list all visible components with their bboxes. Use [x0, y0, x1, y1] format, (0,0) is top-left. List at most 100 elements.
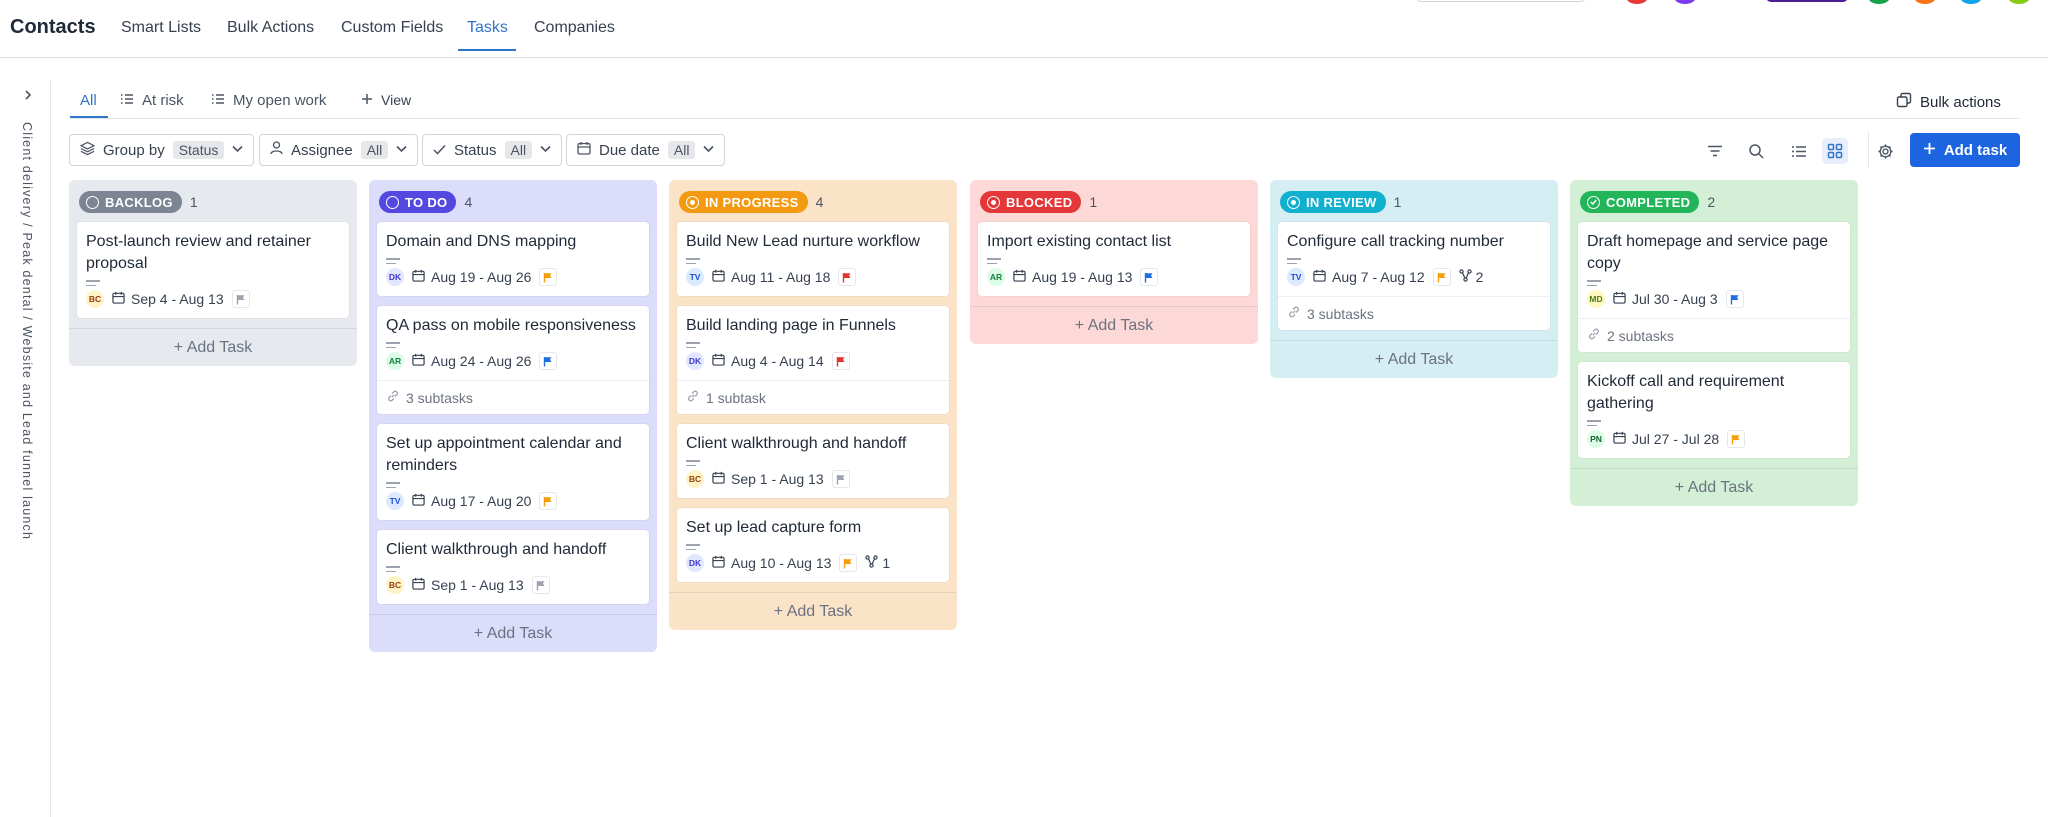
- assignee-avatar[interactable]: DK: [686, 554, 704, 572]
- add-task-row[interactable]: + Add Task: [69, 328, 357, 366]
- task-card[interactable]: Build landing page in Funnels DK Aug 4 - A…: [677, 306, 949, 414]
- task-card[interactable]: Set up appointment calendar and reminder…: [377, 424, 649, 520]
- bulk-actions-button[interactable]: Bulk actions: [1896, 92, 2001, 112]
- priority-flag-icon[interactable]: [1727, 430, 1746, 448]
- task-card[interactable]: Kickoff call and requirement gathering PN…: [1578, 362, 1850, 458]
- priority-flag-icon[interactable]: [539, 492, 558, 510]
- task-title[interactable]: Kickoff call and requirement gathering: [1587, 371, 1841, 415]
- add-task-button[interactable]: Add task: [1910, 133, 2020, 167]
- due-date[interactable]: Jul 27 - Jul 28: [1613, 431, 1719, 447]
- due-date[interactable]: Aug 19 - Aug 26: [412, 269, 531, 285]
- view-tab-all[interactable]: All: [80, 92, 97, 109]
- priority-flag-icon[interactable]: [839, 554, 858, 572]
- dependency-count[interactable]: 2: [1458, 269, 1483, 285]
- add-task-row[interactable]: + Add Task: [970, 306, 1258, 344]
- task-title[interactable]: Configure call tracking number: [1287, 231, 1541, 253]
- due-date-filter[interactable]: Due date All: [566, 134, 726, 166]
- assignee-avatar[interactable]: BC: [86, 290, 104, 308]
- due-date[interactable]: Aug 4 - Aug 14: [712, 353, 824, 369]
- task-card[interactable]: QA pass on mobile responsiveness AR Aug 24…: [377, 306, 649, 414]
- nav-tab-tasks[interactable]: Tasks: [467, 19, 508, 37]
- search-icon[interactable]: [1743, 138, 1769, 164]
- assignee-avatar[interactable]: BC: [386, 576, 404, 594]
- due-date[interactable]: Aug 24 - Aug 26: [412, 353, 531, 369]
- task-card[interactable]: Client walkthrough and handoff BC Sep 1 - …: [377, 530, 649, 604]
- nav-tab-custom-fields[interactable]: Custom Fields: [341, 19, 443, 37]
- priority-flag-icon[interactable]: [539, 352, 558, 370]
- top-app-icon[interactable]: [1674, 0, 1696, 4]
- task-title[interactable]: Draft homepage and service page copy: [1587, 231, 1841, 275]
- status-badge[interactable]: COMPLETED: [1580, 191, 1700, 213]
- status-filter[interactable]: Status All: [422, 134, 563, 166]
- chevron-right-icon[interactable]: [22, 88, 34, 105]
- task-title[interactable]: Client walkthrough and handoff: [686, 433, 940, 455]
- priority-flag-icon[interactable]: [1140, 268, 1159, 286]
- due-date[interactable]: Sep 4 - Aug 13: [112, 291, 224, 307]
- subtasks-row[interactable]: 3 subtasks: [377, 380, 649, 414]
- task-title[interactable]: QA pass on mobile responsiveness: [386, 315, 640, 337]
- nav-tab-companies[interactable]: Companies: [534, 19, 615, 37]
- due-date[interactable]: Aug 7 - Aug 12: [1313, 269, 1425, 285]
- help-icon[interactable]: [1960, 0, 1982, 4]
- priority-flag-icon[interactable]: [539, 268, 558, 286]
- task-title[interactable]: Build New Lead nurture workflow: [686, 231, 940, 253]
- add-task-row[interactable]: + Add Task: [1270, 340, 1558, 378]
- task-card[interactable]: Set up lead capture form DK Aug 10 - Aug 1…: [677, 508, 949, 582]
- priority-flag-icon[interactable]: [1432, 268, 1451, 286]
- assignee-avatar[interactable]: MD: [1587, 290, 1605, 308]
- add-view-button[interactable]: View: [361, 92, 411, 108]
- assignee-avatar[interactable]: DK: [386, 268, 404, 286]
- task-card[interactable]: Domain and DNS mapping DK Aug 19 - Aug 26: [377, 222, 649, 296]
- assignee-avatar[interactable]: AR: [386, 352, 404, 370]
- task-title[interactable]: Set up lead capture form: [686, 517, 940, 539]
- status-badge[interactable]: IN REVIEW: [1280, 191, 1386, 213]
- phone-icon[interactable]: [1868, 0, 1890, 4]
- assignee-avatar[interactable]: PN: [1587, 430, 1605, 448]
- status-badge[interactable]: TO DO: [379, 191, 457, 213]
- due-date[interactable]: Jul 30 - Aug 3: [1613, 291, 1718, 307]
- add-task-row[interactable]: + Add Task: [1570, 468, 1858, 506]
- assignee-avatar[interactable]: TV: [1287, 268, 1305, 286]
- assignee-avatar[interactable]: BC: [686, 470, 704, 488]
- assignee-avatar[interactable]: AR: [987, 268, 1005, 286]
- due-date[interactable]: Aug 11 - Aug 18: [712, 269, 830, 285]
- group-by-filter[interactable]: Group by Status: [69, 134, 255, 166]
- status-badge[interactable]: BLOCKED: [980, 191, 1082, 213]
- add-task-row[interactable]: + Add Task: [669, 592, 957, 630]
- sort-filter-icon[interactable]: [1702, 138, 1728, 164]
- global-search-input[interactable]: [1416, 0, 1586, 2]
- status-badge[interactable]: BACKLOG: [79, 191, 182, 213]
- task-title[interactable]: Set up appointment calendar and reminder…: [386, 433, 640, 477]
- due-date[interactable]: Sep 1 - Aug 13: [412, 577, 524, 593]
- task-title[interactable]: Domain and DNS mapping: [386, 231, 640, 253]
- nav-tab-smart-lists[interactable]: Smart Lists: [121, 19, 201, 37]
- subtasks-row[interactable]: 3 subtasks: [1278, 296, 1550, 330]
- subtasks-row[interactable]: 2 subtasks: [1578, 318, 1850, 352]
- list-view-icon[interactable]: [1786, 138, 1812, 164]
- due-date[interactable]: Aug 17 - Aug 20: [412, 493, 531, 509]
- notifications-icon[interactable]: [1914, 0, 1936, 4]
- user-avatar[interactable]: [2008, 0, 2030, 4]
- board-view-icon[interactable]: [1822, 138, 1848, 164]
- assignee-avatar[interactable]: TV: [686, 268, 704, 286]
- task-title[interactable]: Import existing contact list: [987, 231, 1241, 253]
- top-status-icon[interactable]: [1626, 0, 1648, 4]
- gear-icon[interactable]: [1872, 138, 1898, 164]
- task-title[interactable]: Client walkthrough and handoff: [386, 539, 640, 561]
- task-card[interactable]: Build New Lead nurture workflow TV Aug 11 …: [677, 222, 949, 296]
- priority-flag-icon[interactable]: [831, 470, 850, 488]
- assignee-avatar[interactable]: TV: [386, 492, 404, 510]
- priority-flag-icon[interactable]: [838, 268, 857, 286]
- task-card[interactable]: Configure call tracking number TV Aug 7 - …: [1278, 222, 1550, 330]
- priority-flag-icon[interactable]: [1725, 290, 1744, 308]
- view-tab-my-open-work[interactable]: My open work: [211, 92, 326, 109]
- assignee-filter[interactable]: Assignee All: [259, 134, 419, 166]
- subtasks-row[interactable]: 1 subtask: [677, 380, 949, 414]
- task-title[interactable]: Post-launch review and retainer proposal: [86, 231, 340, 275]
- task-card[interactable]: Post-launch review and retainer proposal…: [77, 222, 349, 318]
- add-task-row[interactable]: + Add Task: [369, 614, 657, 652]
- priority-flag-icon[interactable]: [831, 352, 850, 370]
- view-tab-at-risk[interactable]: At risk: [120, 92, 184, 109]
- assignee-avatar[interactable]: DK: [686, 352, 704, 370]
- priority-flag-icon[interactable]: [531, 576, 550, 594]
